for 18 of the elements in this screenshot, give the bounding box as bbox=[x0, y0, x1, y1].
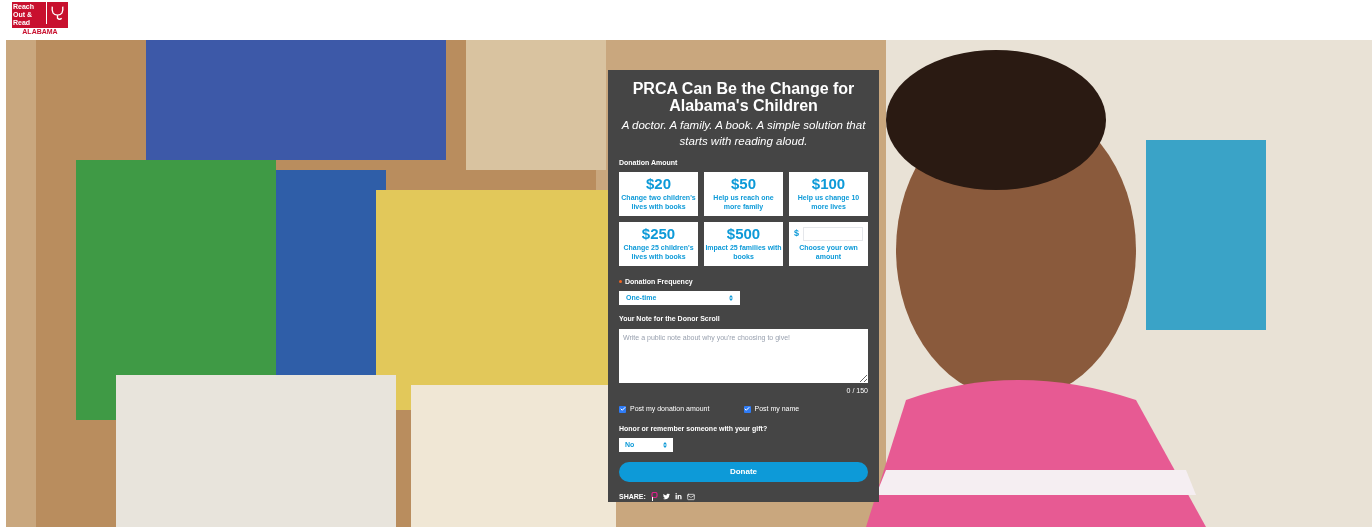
form-subtitle: A doctor. A family. A book. A simple solution that starts with reading aloud. bbox=[620, 118, 867, 149]
checkbox[interactable] bbox=[743, 405, 751, 413]
amount-input[interactable] bbox=[803, 226, 863, 241]
amount-value: $250 bbox=[641, 226, 676, 241]
mail-icon[interactable] bbox=[686, 492, 695, 501]
amount-value: $100 bbox=[811, 176, 846, 191]
amount-value: $50 bbox=[731, 176, 756, 191]
amount-value: $20 bbox=[646, 176, 671, 191]
select-arrows-icon bbox=[663, 442, 667, 449]
form-title: PRCA Can Be the Change for Alabama's Children bbox=[631, 80, 856, 114]
amount-value: $500 bbox=[726, 226, 761, 241]
linkedin-icon[interactable] bbox=[674, 493, 682, 501]
checkbox[interactable] bbox=[619, 405, 626, 413]
select-arrows-icon bbox=[729, 295, 733, 302]
currency-symbol: $ bbox=[794, 226, 799, 240]
twitter-icon[interactable] bbox=[662, 493, 670, 501]
pinterest-icon[interactable] bbox=[650, 492, 658, 502]
donate-button[interactable]: Donate bbox=[619, 462, 868, 482]
